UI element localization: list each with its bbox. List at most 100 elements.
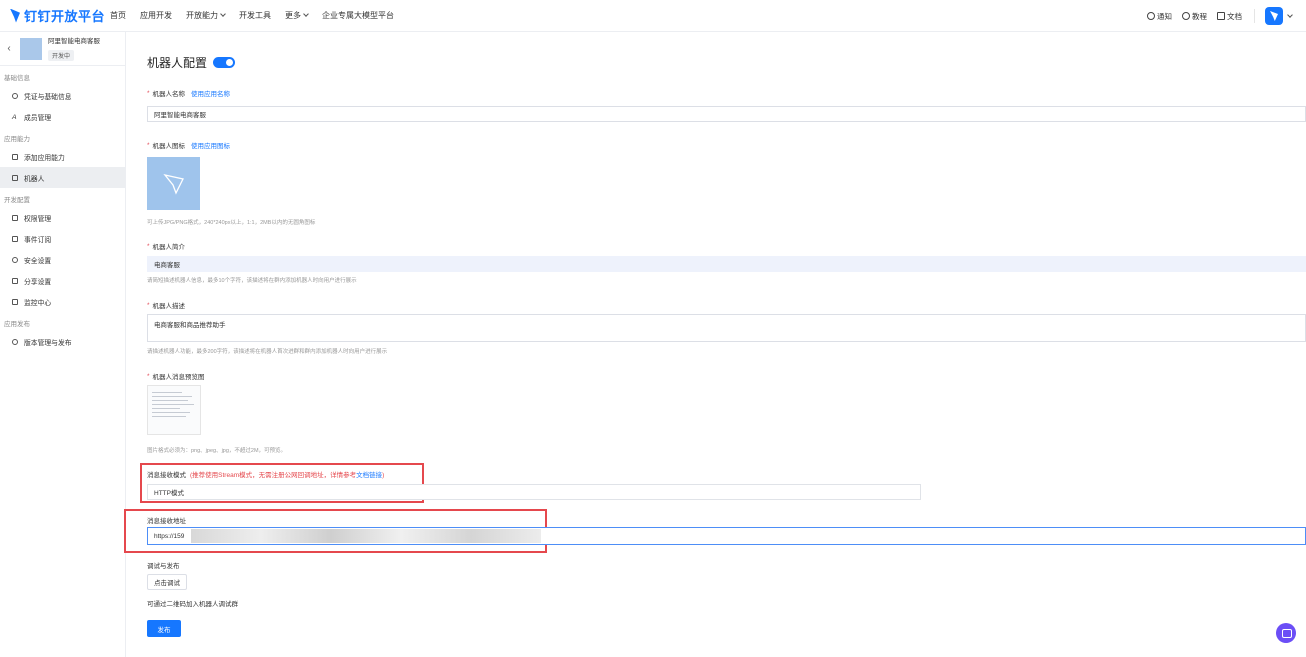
status-badge: 开发中 (48, 49, 75, 61)
intro-label: 机器人简介 (152, 244, 186, 251)
nav-open-capability[interactable]: 开放能力 (186, 10, 226, 21)
debug-button[interactable]: 点击调试 (147, 574, 187, 590)
app-header: ‹ 阿里智能电商客服 开发中 (0, 32, 125, 66)
divider (1254, 9, 1255, 23)
app-name: 阿里智能电商客服 (48, 37, 100, 45)
group-title-publish: 应用发布 (4, 321, 30, 328)
mode-doc-link[interactable]: 文档链接 (356, 472, 382, 479)
intro-input[interactable]: 电商客服 (147, 256, 1306, 272)
icon-hint: 可上传JPG/PNG格式，240*240px以上，1:1，2MB以内的无圆角图标 (147, 220, 316, 226)
mode-label: 消息接收模式 (147, 472, 186, 479)
url-label-row: 消息接收地址 (147, 515, 186, 525)
sidebar-item-add-capability[interactable]: 添加应用能力 (0, 146, 125, 167)
preview-label-row: * 机器人消息预览图 (147, 371, 205, 382)
chevron-down-icon (303, 11, 309, 17)
logo[interactable]: 钉钉开放平台 (10, 6, 110, 25)
desc-textarea[interactable]: 电商客服和商品推荐助手 (147, 314, 1306, 342)
nav-dev-tools[interactable]: 开发工具 (239, 10, 271, 21)
main-content: 机器人配置 * 机器人名称 使用应用名称 阿里智能电商客服 * 机器人图标 使用… (124, 32, 1306, 657)
lock-icon (12, 214, 18, 221)
sidebar-item-version[interactable]: 版本管理与发布 (0, 331, 125, 352)
sidebar-item-label: 版本管理与发布 (24, 339, 72, 347)
debug-hint-row: 可通过二维码加入机器人调试群 (147, 598, 238, 608)
mode-label-row: 消息接收模式 (推荐使用Stream模式，无需注册公网回调地址，详情参考文档链接… (147, 469, 384, 479)
mode-warning-text: (推荐使用Stream模式，无需注册公网回调地址，详情参考 (190, 472, 357, 479)
share-icon (12, 277, 18, 284)
required-mark: * (147, 242, 150, 250)
avatar[interactable] (1265, 7, 1283, 25)
robot-logo-icon (163, 173, 184, 195)
mode-select[interactable]: HTTP模式 (147, 484, 921, 500)
desc-label: 机器人描述 (152, 303, 186, 310)
chevron-down-icon (220, 11, 226, 17)
top-right-actions: 通知 教程 文档 (1137, 0, 1293, 32)
bell-icon (1147, 12, 1155, 20)
sidebar-item-label: 凭证与基础信息 (24, 93, 72, 101)
debug-hint: 可通过二维码加入机器人调试群 (147, 601, 238, 608)
grid-icon (12, 153, 18, 160)
required-mark: * (147, 372, 150, 380)
event-icon (12, 235, 18, 242)
notify-label: 通知 (1157, 11, 1172, 21)
sidebar-item-label: 分享设置 (24, 278, 52, 286)
publish-button[interactable]: 发布 (147, 620, 181, 637)
mode-warning-end: ) (382, 472, 385, 479)
gear-icon (12, 92, 18, 99)
group-title-capability: 应用能力 (4, 136, 30, 143)
chat-assistant-icon[interactable] (1276, 623, 1296, 643)
robot-icon-upload[interactable] (147, 157, 200, 210)
sidebar-item-share[interactable]: 分享设置 (0, 270, 125, 291)
sidebar-item-events[interactable]: 事件订阅 (0, 228, 125, 249)
page-title-text: 机器人配置 (147, 56, 208, 70)
sidebar-item-label: 机器人 (24, 175, 45, 183)
desc-hint: 请描述机器人功能，最多200字符，该描述将在机器人首次进群和群内添加机器人时向用… (147, 349, 388, 355)
sidebar-item-credentials[interactable]: 凭证与基础信息 (0, 85, 125, 106)
sidebar-item-robot[interactable]: 机器人 (0, 167, 125, 188)
group-title-dev-config: 开发配置 (4, 197, 30, 204)
tutorial-label: 教程 (1192, 11, 1207, 21)
monitor-icon (12, 298, 18, 305)
docs-link[interactable]: 文档 (1217, 11, 1242, 22)
sidebar-item-label: 成员管理 (24, 114, 52, 122)
location-icon (1182, 12, 1190, 20)
use-app-name-link[interactable]: 使用应用名称 (191, 88, 230, 98)
required-mark: * (147, 89, 150, 97)
mode-warning: (推荐使用Stream模式，无需注册公网回调地址，详情参考文档链接) (190, 469, 384, 479)
sidebar-item-monitor[interactable]: 监控中心 (0, 291, 125, 312)
dingtalk-logo-icon (10, 8, 20, 23)
required-mark: * (147, 301, 150, 309)
robot-name-input[interactable]: 阿里智能电商客服 (147, 106, 1306, 122)
use-app-icon-link[interactable]: 使用应用图标 (191, 140, 230, 150)
doc-icon (1217, 12, 1225, 20)
page-title: 机器人配置 (147, 54, 236, 71)
sidebar-item-label: 事件订阅 (24, 236, 52, 244)
debug-label: 调试与发布 (147, 563, 180, 570)
preview-image[interactable] (147, 385, 201, 435)
robot-enable-toggle[interactable] (213, 57, 236, 68)
sidebar-item-members[interactable]: A 成员管理 (0, 106, 125, 127)
preview-hint: 图片格式必须为：png、jpeg、jpg，不超过2M，可预览。 (147, 448, 287, 454)
logo-text: 钉钉开放平台 (24, 9, 106, 24)
tutorial-link[interactable]: 教程 (1182, 11, 1207, 22)
preview-label: 机器人消息预览图 (152, 374, 205, 381)
url-label: 消息接收地址 (147, 518, 186, 525)
nav-home[interactable]: 首页 (110, 10, 126, 21)
sidebar-item-label: 权限管理 (24, 215, 52, 223)
group-title-basic: 基础信息 (4, 75, 30, 82)
notify-link[interactable]: 通知 (1147, 11, 1172, 22)
version-icon (12, 338, 18, 345)
shield-icon (12, 256, 18, 263)
robot-icon (12, 174, 18, 181)
app-thumbnail (20, 37, 42, 60)
nav-open-capability-label: 开放能力 (186, 11, 218, 20)
nav-llm-platform[interactable]: 企业专属大模型平台 (322, 10, 394, 21)
chevron-down-icon[interactable] (1287, 11, 1293, 18)
sidebar-item-security[interactable]: 安全设置 (0, 249, 125, 270)
top-bar: 钉钉开放平台 首页 应用开发 开放能力 开发工具 更多 企业专属大模型平台 通知… (0, 0, 1306, 32)
back-arrow-icon[interactable]: ‹ (2, 43, 16, 54)
robot-icon-label-row: * 机器人图标 使用应用图标 (147, 140, 230, 151)
sidebar-item-permissions[interactable]: 权限管理 (0, 207, 125, 228)
nav-more[interactable]: 更多 (285, 10, 309, 21)
robot-name-label-row: * 机器人名称 使用应用名称 (147, 88, 230, 99)
nav-app-dev[interactable]: 应用开发 (140, 10, 172, 21)
